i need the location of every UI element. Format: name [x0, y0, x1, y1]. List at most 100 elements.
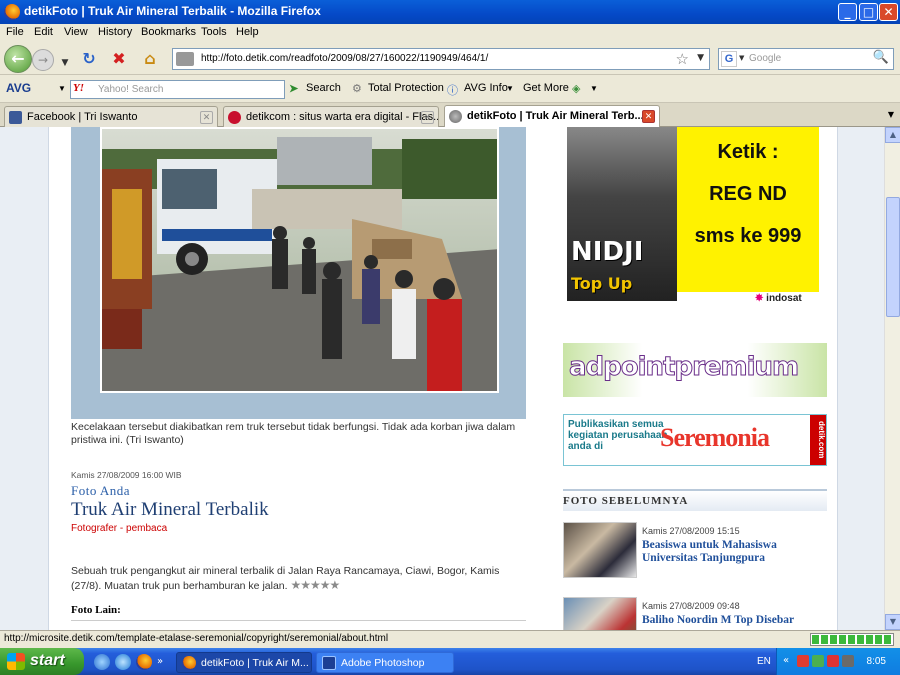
- maximize-button[interactable]: □: [859, 3, 878, 21]
- article-photo: [100, 127, 499, 393]
- tab-close-icon[interactable]: ✕: [642, 110, 655, 123]
- photographer-name[interactable]: pembaca: [126, 523, 167, 534]
- bookmark-star-icon[interactable]: ☆: [676, 50, 689, 68]
- item-date: Kamis 27/08/2009 15:15: [642, 526, 740, 536]
- quicklaunch-messenger-icon[interactable]: [94, 654, 110, 670]
- tab-label: Facebook | Tri Iswanto: [27, 111, 138, 123]
- item-title[interactable]: Beasiswa untuk Mahasiswa Universitas Tan…: [642, 539, 827, 565]
- avg-extra-icon[interactable]: ◈: [572, 82, 580, 95]
- tab-close-icon[interactable]: ✕: [200, 111, 213, 124]
- menu-file[interactable]: File: [6, 26, 24, 38]
- tray-expand-icon[interactable]: «: [783, 655, 789, 666]
- detik-favicon-icon: [228, 111, 241, 124]
- tab-label: detikFoto | Truk Air Mineral Terb...: [467, 110, 644, 122]
- indosat-star-icon: ✸: [755, 293, 767, 304]
- tab-bar: Facebook | Tri Iswanto ✕ detikcom : situ…: [0, 103, 900, 128]
- yahoo-logo-icon: Y!: [73, 82, 84, 94]
- photographer-separator: -: [117, 523, 127, 534]
- start-button[interactable]: start: [0, 648, 84, 675]
- task-label: detikFoto | Truk Air M...: [201, 657, 309, 669]
- start-label: start: [30, 652, 65, 669]
- reload-icon[interactable]: ↻: [80, 50, 98, 68]
- total-protection-button[interactable]: Total Protection: [368, 82, 444, 94]
- tray-network-icon[interactable]: [812, 655, 824, 667]
- menu-bookmarks[interactable]: Bookmarks: [141, 26, 196, 38]
- menu-bar: File Edit View History Bookmarks Tools H…: [0, 24, 900, 42]
- shield-icon: ⚙: [352, 83, 362, 95]
- menu-history[interactable]: History: [98, 26, 132, 38]
- nidji-line2: REG ND: [709, 183, 787, 205]
- article-body: Sebuah truk pengangkut air mineral terba…: [71, 564, 531, 593]
- article-kicker[interactable]: Foto Anda: [71, 483, 130, 499]
- avg-extra-dropdown-icon[interactable]: ▼: [590, 84, 598, 93]
- avg-logo[interactable]: AVG: [6, 81, 31, 95]
- taskbar-task-photoshop[interactable]: Adobe Photoshop: [316, 652, 454, 673]
- seremonia-ad-banner[interactable]: Publikasikan semua kegiatan perusahaan a…: [563, 414, 827, 466]
- photographer-line: Fotografer - pembaca: [71, 523, 167, 534]
- menu-view[interactable]: View: [64, 26, 88, 38]
- engine-dropdown-icon[interactable]: ▼: [739, 54, 744, 62]
- thumbnail-image-icon[interactable]: [563, 522, 637, 578]
- tray-security-icon[interactable]: [797, 655, 809, 667]
- scroll-down-icon[interactable]: ▼: [885, 614, 900, 630]
- google-engine-icon[interactable]: G: [721, 51, 737, 67]
- tray-alert-icon[interactable]: [827, 655, 839, 667]
- scrollbar-thumb[interactable]: [886, 197, 900, 317]
- back-button[interactable]: ←: [4, 45, 32, 73]
- nidji-ad-banner[interactable]: NIDJI Top Up Ketik : REG ND sms ke 999 ✸…: [567, 127, 823, 307]
- item-date: Kamis 27/08/2009 09:48: [642, 601, 740, 611]
- language-indicator[interactable]: EN: [757, 656, 771, 667]
- task-label: Adobe Photoshop: [341, 657, 425, 669]
- item-title[interactable]: Baliho Noordin M Top Disebar: [642, 614, 827, 627]
- page-body: Kecelakaan tersebut diakibatkan rem truk…: [48, 127, 838, 630]
- forward-button[interactable]: →: [32, 49, 54, 71]
- tab-list-dropdown-icon[interactable]: ▼: [888, 110, 894, 119]
- tab-detikfoto[interactable]: detikFoto | Truk Air Mineral Terb... ✕: [444, 105, 660, 128]
- minimize-button[interactable]: _: [838, 3, 857, 21]
- home-icon[interactable]: ⌂: [141, 50, 159, 68]
- rating-stars[interactable]: ★★★★★: [290, 578, 340, 592]
- search-magnifier-icon[interactable]: 🔍: [873, 50, 889, 65]
- menu-edit[interactable]: Edit: [34, 26, 53, 38]
- scroll-up-icon[interactable]: ▲: [885, 127, 900, 143]
- stop-icon[interactable]: ✖: [110, 50, 128, 68]
- list-item[interactable]: Kamis 27/08/2009 09:48 Baliho Noordin M …: [563, 597, 827, 630]
- seremonia-brand: Seremonia: [660, 423, 770, 452]
- vertical-scrollbar[interactable]: ▲ ▼: [884, 127, 900, 630]
- facebook-favicon-icon: [9, 111, 22, 124]
- tab-label: detikcom : situs warta era digital - Fla…: [246, 111, 439, 123]
- address-bar[interactable]: http://foto.detik.com/readfoto/2009/08/2…: [172, 48, 710, 70]
- get-more-button[interactable]: Get More: [523, 82, 569, 94]
- avg-info-button[interactable]: AVG Info: [464, 82, 508, 94]
- avg-search-button[interactable]: Search: [306, 82, 341, 94]
- yahoo-search-input[interactable]: Y! Yahoo! Search: [70, 80, 285, 99]
- menu-tools[interactable]: Tools: [201, 26, 227, 38]
- taskbar-task-firefox[interactable]: detikFoto | Truk Air M...: [176, 652, 312, 673]
- article-date: Kamis 27/08/2009 16:00 WIB: [71, 470, 182, 480]
- list-item[interactable]: Kamis 27/08/2009 15:15 Beasiswa untuk Ma…: [563, 522, 827, 582]
- address-dropdown-icon[interactable]: ▼: [697, 53, 704, 63]
- nidji-line1: Ketik :: [717, 141, 779, 163]
- seremonia-left-text: Publikasikan semua kegiatan perusahaan a…: [568, 419, 668, 452]
- avg-info-dropdown-icon[interactable]: ▼: [506, 84, 514, 93]
- window-title: detikFoto | Truk Air Mineral Terbalik - …: [24, 4, 321, 18]
- adpoint-ad-banner[interactable]: adpointpremium: [563, 343, 827, 397]
- close-button[interactable]: ✕: [879, 3, 898, 21]
- address-url: http://foto.detik.com/readfoto/2009/08/2…: [201, 53, 489, 64]
- search-box[interactable]: G ▼ Google 🔍: [718, 48, 894, 70]
- quicklaunch-ie-icon[interactable]: [115, 654, 131, 670]
- nidji-topup: Top Up: [571, 274, 633, 293]
- site-identity-icon[interactable]: [176, 52, 194, 66]
- avg-menu-dropdown-icon[interactable]: ▼: [58, 84, 66, 93]
- thumbnail-image-icon[interactable]: [563, 597, 637, 630]
- tab-detikcom[interactable]: detikcom : situs warta era digital - Fla…: [223, 106, 439, 127]
- other-photos-label: Foto Lain:: [71, 604, 121, 616]
- quicklaunch-expand-icon[interactable]: »: [157, 656, 167, 672]
- tab-facebook[interactable]: Facebook | Tri Iswanto ✕: [4, 106, 218, 127]
- tab-close-icon[interactable]: ✕: [421, 111, 434, 124]
- quicklaunch-firefox-icon[interactable]: [136, 654, 152, 670]
- search-arrow-icon[interactable]: ➤: [289, 82, 298, 95]
- menu-help[interactable]: Help: [236, 26, 259, 38]
- tray-volume-icon[interactable]: [842, 655, 854, 667]
- history-dropdown-icon[interactable]: ▼: [56, 54, 74, 72]
